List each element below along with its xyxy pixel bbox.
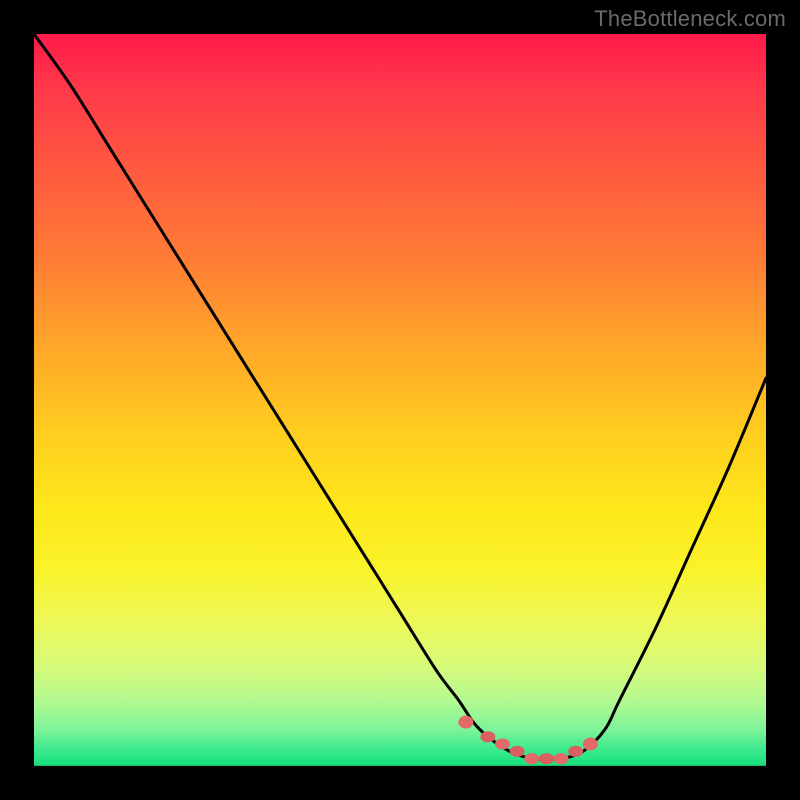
optimal-marker xyxy=(539,753,554,764)
optimal-marker xyxy=(568,746,583,757)
optimal-marker xyxy=(554,753,569,764)
optimal-marker xyxy=(510,746,525,757)
chart-frame: TheBottleneck.com xyxy=(0,0,800,800)
plot-area xyxy=(34,34,766,766)
watermark-text: TheBottleneck.com xyxy=(594,6,786,32)
optimal-marker xyxy=(495,739,510,750)
marker-layer xyxy=(34,34,766,766)
optimal-marker xyxy=(458,716,473,729)
optimal-marker xyxy=(480,731,495,742)
optimal-zone-markers xyxy=(458,716,597,765)
optimal-marker xyxy=(524,753,539,764)
optimal-marker xyxy=(583,738,598,751)
